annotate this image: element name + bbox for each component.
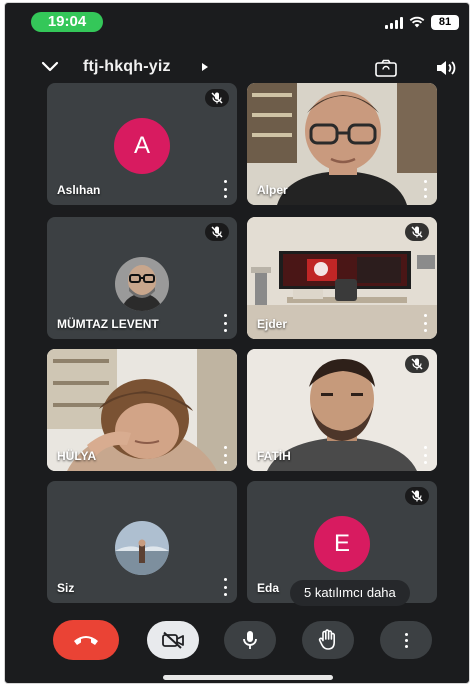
participant-name: Siz — [57, 581, 75, 595]
more-vert-icon[interactable] — [222, 578, 228, 596]
mic-icon — [243, 631, 257, 649]
more-participants-chip[interactable]: 5 katılımcı daha — [290, 580, 410, 606]
phone-hangup-icon — [74, 636, 98, 645]
participant-name: MÜMTAZ LEVENT — [57, 317, 159, 331]
meeting-code[interactable]: ftj-hkqh-yiz — [83, 58, 171, 76]
camera-toggle-button[interactable] — [147, 621, 199, 659]
mic-off-icon — [405, 223, 429, 241]
participant-tile-mumtaz-levent[interactable]: MÜMTAZ LEVENT — [47, 217, 237, 339]
caret-right-icon[interactable] — [201, 62, 209, 72]
more-vert-icon[interactable] — [222, 180, 228, 198]
participant-tile-aslihan[interactable]: A Aslıhan — [47, 83, 237, 205]
speaker-icon[interactable] — [435, 58, 457, 78]
more-vert-icon[interactable] — [222, 446, 228, 464]
participant-name: Ejder — [257, 317, 288, 331]
participant-name: Aslıhan — [57, 183, 101, 197]
video-off-icon — [162, 631, 184, 649]
avatar — [115, 257, 169, 311]
raise-hand-button[interactable] — [302, 621, 354, 659]
mic-off-icon — [405, 355, 429, 373]
participant-tile-fatih[interactable]: FATİH — [247, 349, 437, 471]
participant-tile-hulya[interactable]: HÜLYA — [47, 349, 237, 471]
mic-toggle-button[interactable] — [224, 621, 276, 659]
more-vert-icon[interactable] — [422, 180, 428, 198]
wifi-icon — [409, 16, 425, 28]
signal-icon — [385, 16, 403, 29]
more-options-button[interactable] — [380, 621, 432, 659]
participant-name: Eda — [257, 581, 280, 595]
more-vert-icon[interactable] — [222, 314, 228, 332]
avatar: E — [314, 516, 370, 572]
avatar — [115, 521, 169, 575]
status-icons: 81 — [385, 14, 459, 30]
mic-off-icon — [405, 487, 429, 505]
more-vert-icon[interactable] — [422, 446, 428, 464]
mic-off-icon — [205, 223, 229, 241]
switch-camera-icon[interactable] — [374, 58, 398, 78]
meeting-header: ftj-hkqh-yiz — [5, 53, 469, 83]
end-call-button[interactable] — [53, 620, 119, 660]
participant-tile-alper[interactable]: Alper — [247, 83, 437, 205]
meeting-screen: 19:04 81 ftj-hkqh-yiz A Aslıhan Alper MÜ… — [4, 2, 470, 684]
hand-icon — [318, 629, 335, 650]
more-vert-icon[interactable] — [422, 314, 428, 332]
status-time: 19:04 — [31, 12, 103, 32]
home-indicator — [163, 675, 333, 680]
more-vert-icon — [404, 632, 408, 648]
participant-name: FATİH — [257, 449, 291, 463]
chevron-down-icon[interactable] — [41, 61, 59, 73]
participant-tile-ejder[interactable]: Ejder — [247, 217, 437, 339]
battery-indicator: 81 — [431, 14, 459, 30]
participant-tile-self[interactable]: Siz — [47, 481, 237, 603]
participant-name: HÜLYA — [57, 449, 97, 463]
participant-name: Alper — [257, 183, 288, 197]
avatar: A — [114, 118, 170, 174]
mic-off-icon — [205, 89, 229, 107]
